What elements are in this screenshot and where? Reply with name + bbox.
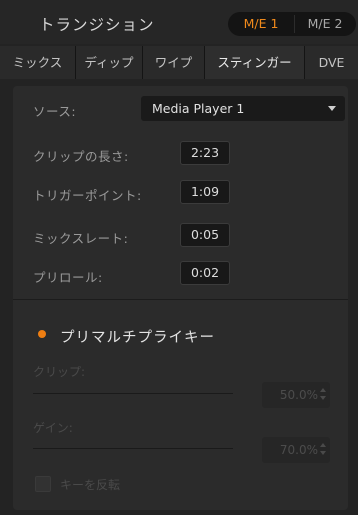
premultiplied-key-toggle[interactable]	[38, 330, 46, 338]
clip-value: 50.0%	[279, 388, 318, 402]
tab-wipe[interactable]: ワイプ	[143, 46, 205, 79]
spin-arrows-icon[interactable]	[320, 441, 328, 459]
tab-dve[interactable]: DVE	[305, 46, 358, 79]
source-label: ソース:	[33, 104, 77, 119]
spin-arrows-icon[interactable]	[320, 386, 328, 404]
mix-rate-label: ミックスレート:	[33, 231, 129, 246]
section-divider	[13, 299, 348, 300]
me1-button[interactable]: M/E 1	[228, 12, 294, 36]
source-dropdown[interactable]: Media Player 1	[141, 96, 345, 121]
trigger-point-field[interactable]: 1:09	[180, 180, 230, 204]
palette-title: トランジション	[39, 16, 155, 34]
chevron-down-icon	[328, 106, 336, 111]
gain-slider[interactable]	[33, 448, 233, 449]
me-selector: M/E 1 M/E 2	[228, 12, 356, 36]
palette-header: トランジション M/E 1 M/E 2	[0, 0, 358, 44]
trigger-point-label: トリガーポイント:	[33, 188, 142, 203]
gain-stepper[interactable]: 70.0%	[262, 437, 330, 463]
tab-stinger[interactable]: スティンガー	[205, 46, 305, 79]
mix-rate-field[interactable]: 0:05	[180, 223, 230, 247]
clip-length-label: クリップの長さ:	[33, 149, 129, 164]
transition-palette: トランジション M/E 1 M/E 2 ミックス ディップ ワイプ スティンガー…	[0, 0, 358, 515]
invert-key-checkbox[interactable]	[35, 476, 51, 492]
tab-mix[interactable]: ミックス	[0, 46, 76, 79]
invert-key-label: キーを反転	[60, 478, 121, 492]
clip-slider[interactable]	[33, 393, 233, 394]
clip-label: クリップ:	[33, 365, 86, 379]
premultiplied-key-label: プリマルチプライキー	[60, 330, 215, 346]
gain-label: ゲイン:	[33, 421, 73, 435]
clip-length-field[interactable]: 2:23	[180, 141, 230, 165]
preroll-label: プリロール:	[33, 270, 103, 285]
tab-dip[interactable]: ディップ	[76, 46, 143, 79]
preroll-field[interactable]: 0:02	[180, 261, 230, 285]
transition-tabs: ミックス ディップ ワイプ スティンガー DVE	[0, 46, 358, 79]
clip-stepper[interactable]: 50.0%	[262, 382, 330, 408]
me2-button[interactable]: M/E 2	[294, 12, 356, 36]
source-value: Media Player 1	[152, 101, 245, 116]
gain-value: 70.0%	[279, 443, 318, 457]
